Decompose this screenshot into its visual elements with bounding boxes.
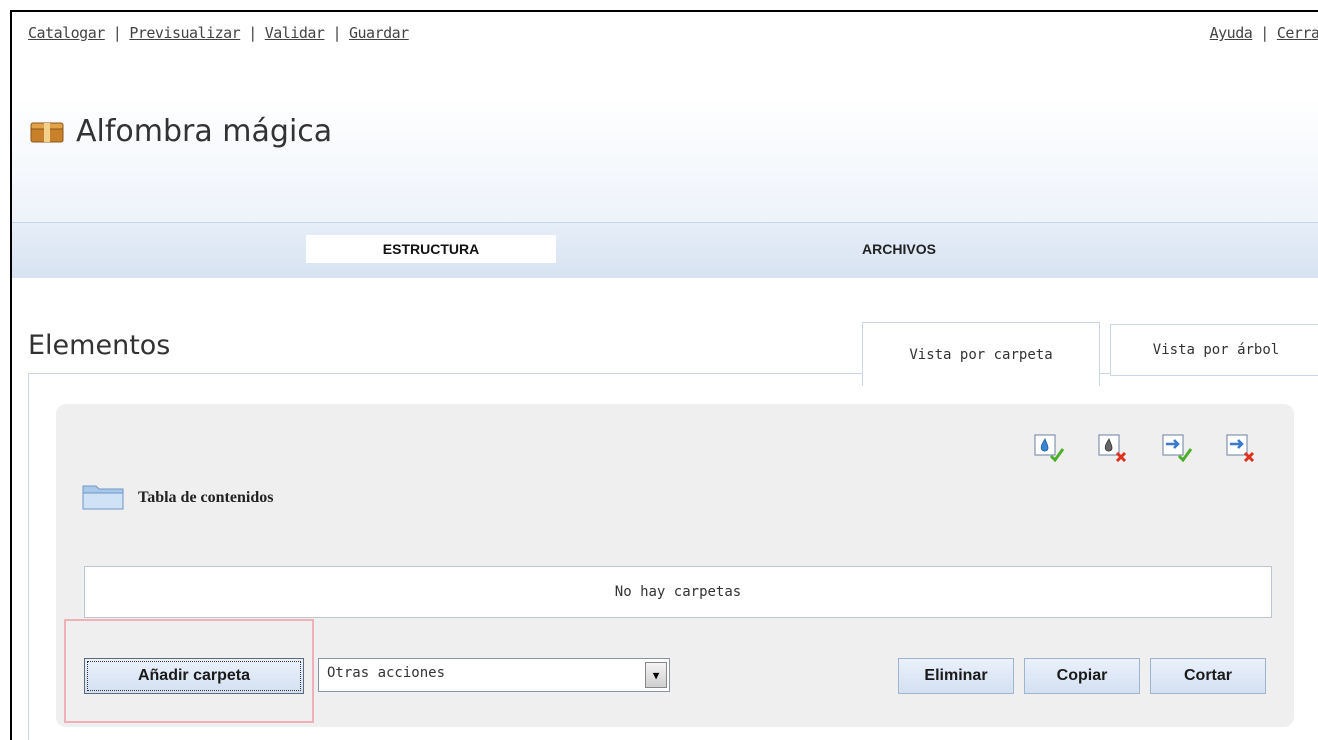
top-nav-right: Ayuda | Cerrar [1210,24,1318,42]
folder-label: Tabla de contenidos [138,489,274,506]
nav-separator: | [248,24,257,42]
other-actions-select[interactable]: Otras acciones ▼ [318,658,670,692]
tab-archivos[interactable]: ARCHIVOS [774,235,1024,263]
package-box-icon [30,120,64,144]
top-nav-left: Catalogar | Previsualizar | Validar | Guardar [28,24,409,42]
tab-vista-por-carpeta[interactable]: Vista por carpeta [862,322,1100,386]
cerrar-link[interactable]: Cerrar [1277,24,1318,42]
arrow-remove-icon[interactable] [1226,434,1255,463]
catalogar-link[interactable]: Catalogar [28,24,105,42]
folder-list: No hay carpetas [84,566,1272,618]
section-title: Elementos [28,330,171,361]
delete-button[interactable]: Eliminar [898,658,1014,694]
add-folder-button[interactable]: Añadir carpeta [84,658,304,694]
nav-separator: | [1260,24,1269,42]
drop-accept-icon[interactable] [1034,434,1065,463]
other-actions-value: Otras acciones [327,665,446,681]
main-tab-bar: ESTRUCTURA ARCHIVOS [12,222,1318,278]
drop-remove-icon[interactable] [1098,434,1127,463]
previsualizar-link[interactable]: Previsualizar [129,24,240,42]
ayuda-link[interactable]: Ayuda [1210,24,1253,42]
validar-link[interactable]: Validar [265,24,325,42]
guardar-link[interactable]: Guardar [349,24,409,42]
copy-button[interactable]: Copiar [1024,658,1140,694]
chevron-down-icon[interactable]: ▼ [645,662,667,688]
nav-separator: | [332,24,341,42]
nav-separator: | [112,24,122,42]
empty-message: No hay carpetas [614,584,742,600]
page-header: Catalogar | Previsualizar | Validar | Guardar … [12,12,1318,222]
page-title-row: Alfombra mágica [30,114,332,149]
folder-row: Tabla de contenidos [82,482,273,514]
arrow-accept-icon[interactable] [1162,434,1193,463]
tab-vista-por-arbol[interactable]: Vista por árbol [1110,324,1318,376]
page-title: Alfombra mágica [76,114,333,149]
cut-button[interactable]: Cortar [1150,658,1266,694]
tab-estructura[interactable]: ESTRUCTURA [306,235,556,263]
app-frame: Catalogar | Previsualizar | Validar | Guardar … [10,10,1318,740]
folder-icon [82,482,124,514]
